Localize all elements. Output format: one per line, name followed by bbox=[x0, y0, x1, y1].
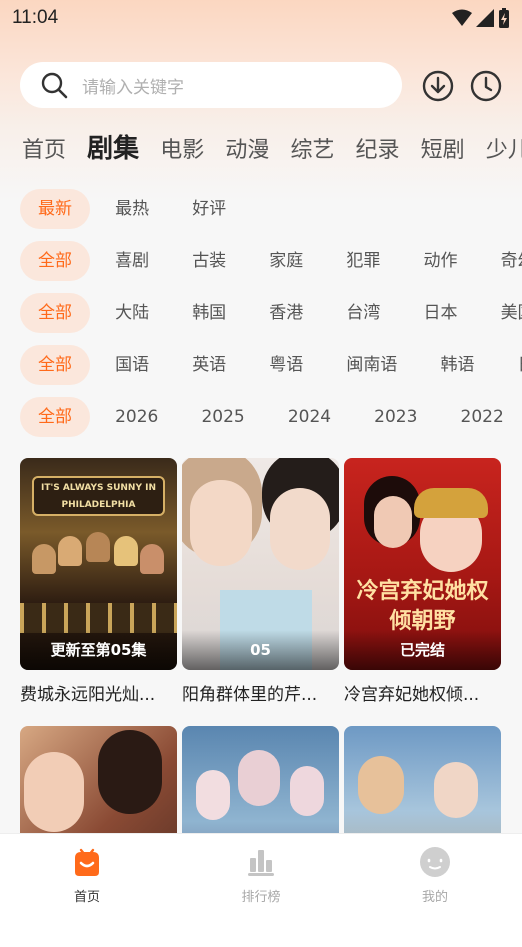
poster-image: 05 bbox=[182, 458, 339, 670]
category-tabs: 首页 剧集 电影 动漫 综艺 纪录 短剧 少儿 bbox=[22, 128, 522, 168]
status-icons bbox=[452, 8, 510, 28]
filter-chip[interactable]: 粤语 bbox=[251, 345, 321, 385]
signal-icon bbox=[476, 9, 494, 27]
status-time: 11:04 bbox=[12, 7, 59, 28]
ranking-icon bbox=[248, 850, 274, 876]
poster-title: 冷宫弃妃她权倾朝野 bbox=[356, 578, 489, 634]
filter-chip[interactable]: 2023 bbox=[356, 397, 435, 437]
nav-profile[interactable]: 我的 bbox=[385, 846, 485, 905]
tab-series[interactable]: 剧集 bbox=[87, 128, 139, 165]
filter-chip[interactable]: 国语 bbox=[97, 345, 167, 385]
filter-chip[interactable]: 家庭 bbox=[251, 241, 321, 281]
video-card[interactable]: 05 阳角群体里的芹... bbox=[182, 458, 339, 705]
filter-chip[interactable]: 全部 bbox=[20, 345, 90, 385]
filter-chip[interactable]: 2025 bbox=[183, 397, 262, 437]
tab-variety[interactable]: 综艺 bbox=[290, 132, 334, 164]
bottom-nav: 首页 排行榜 我的 bbox=[0, 833, 522, 947]
filter-chip[interactable]: 好评 bbox=[174, 189, 244, 229]
filter-chip[interactable]: 台湾 bbox=[328, 293, 398, 333]
filter-chip[interactable]: 最热 bbox=[97, 189, 167, 229]
filter-chip[interactable]: 全部 bbox=[20, 293, 90, 333]
filter-chip[interactable]: 全部 bbox=[20, 397, 90, 437]
video-card[interactable]: IT'S ALWAYS SUNNY IN PHILADELPHIA 更新至第05… bbox=[20, 458, 177, 705]
video-card[interactable]: 冷宫弃妃她权倾朝野 已完结 冷宫弃妃她权倾... bbox=[344, 458, 501, 705]
filter-chip[interactable]: 英语 bbox=[174, 345, 244, 385]
episode-badge: 更新至第05集 bbox=[20, 630, 177, 670]
search-row: 请输入关键字 bbox=[20, 62, 510, 110]
filter-chip[interactable]: 日本 bbox=[405, 293, 475, 333]
card-title: 费城永远阳光灿... bbox=[20, 685, 156, 705]
status-bar: 11:04 bbox=[0, 0, 522, 36]
filter-chip[interactable]: 奇幻 bbox=[483, 241, 522, 281]
filter-chip[interactable]: 闽南语 bbox=[328, 345, 415, 385]
filter-chip[interactable]: 香港 bbox=[251, 293, 321, 333]
history-icon[interactable] bbox=[470, 70, 502, 102]
filter-row-language: 全部 国语 英语 粤语 闽南语 韩语 日语 bbox=[20, 345, 522, 385]
wifi-icon bbox=[452, 9, 472, 26]
search-input[interactable]: 请输入关键字 bbox=[20, 62, 402, 108]
episode-badge: 已完结 bbox=[344, 630, 501, 670]
card-title: 阳角群体里的芹... bbox=[182, 685, 318, 705]
card-title: 冷宫弃妃她权倾... bbox=[344, 685, 480, 705]
nav-ranking[interactable]: 排行榜 bbox=[211, 846, 311, 905]
filter-chip[interactable]: 最新 bbox=[20, 189, 90, 229]
poster-title: IT'S ALWAYS SUNNY IN PHILADELPHIA bbox=[32, 476, 165, 516]
filter-chip[interactable]: 大陆 bbox=[97, 293, 167, 333]
filter-chip[interactable]: 古装 bbox=[174, 241, 244, 281]
filter-chip[interactable]: 2022 bbox=[443, 397, 522, 437]
battery-icon bbox=[499, 8, 509, 28]
tab-home[interactable]: 首页 bbox=[22, 132, 66, 164]
filter-row-region: 全部 大陆 韩国 香港 台湾 日本 美国 bbox=[20, 293, 522, 333]
filter-chip[interactable]: 喜剧 bbox=[97, 241, 167, 281]
search-placeholder: 请输入关键字 bbox=[82, 77, 184, 98]
nav-label: 首页 bbox=[73, 890, 100, 905]
filter-row-genre: 全部 喜剧 古装 家庭 犯罪 动作 奇幻 bbox=[20, 241, 522, 281]
filter-chip[interactable]: 全部 bbox=[20, 241, 90, 281]
poster-image: IT'S ALWAYS SUNNY IN PHILADELPHIA 更新至第05… bbox=[20, 458, 177, 670]
episode-badge: 05 bbox=[182, 630, 339, 670]
tab-documentary[interactable]: 纪录 bbox=[356, 132, 400, 164]
tab-movie[interactable]: 电影 bbox=[160, 132, 204, 164]
tab-short-drama[interactable]: 短剧 bbox=[421, 132, 465, 164]
filter-chip[interactable]: 2024 bbox=[270, 397, 349, 437]
home-icon bbox=[75, 848, 99, 876]
poster-taps bbox=[20, 603, 177, 633]
filter-chip[interactable]: 韩语 bbox=[422, 345, 492, 385]
filter-chip[interactable]: 犯罪 bbox=[328, 241, 398, 281]
tab-anime[interactable]: 动漫 bbox=[225, 132, 269, 164]
download-icon[interactable] bbox=[422, 70, 454, 102]
tab-kids[interactable]: 少儿 bbox=[486, 132, 522, 164]
profile-icon bbox=[420, 847, 450, 877]
nav-label: 排行榜 bbox=[241, 890, 281, 905]
search-icon bbox=[41, 72, 68, 99]
nav-home[interactable]: 首页 bbox=[37, 846, 137, 905]
poster-image: 冷宫弃妃她权倾朝野 已完结 bbox=[344, 458, 501, 670]
filter-row-year: 全部 2026 2025 2024 2023 2022 2021 bbox=[20, 397, 522, 437]
filter-chip[interactable]: 动作 bbox=[405, 241, 475, 281]
filter-row-sort: 最新 最热 好评 bbox=[20, 189, 522, 229]
filter-chip[interactable]: 美国 bbox=[483, 293, 522, 333]
filter-chip[interactable]: 日语 bbox=[500, 345, 522, 385]
filter-chip[interactable]: 2026 bbox=[97, 397, 176, 437]
filter-chip[interactable]: 韩国 bbox=[174, 293, 244, 333]
nav-label: 我的 bbox=[421, 890, 448, 905]
poster-figures bbox=[28, 530, 169, 590]
